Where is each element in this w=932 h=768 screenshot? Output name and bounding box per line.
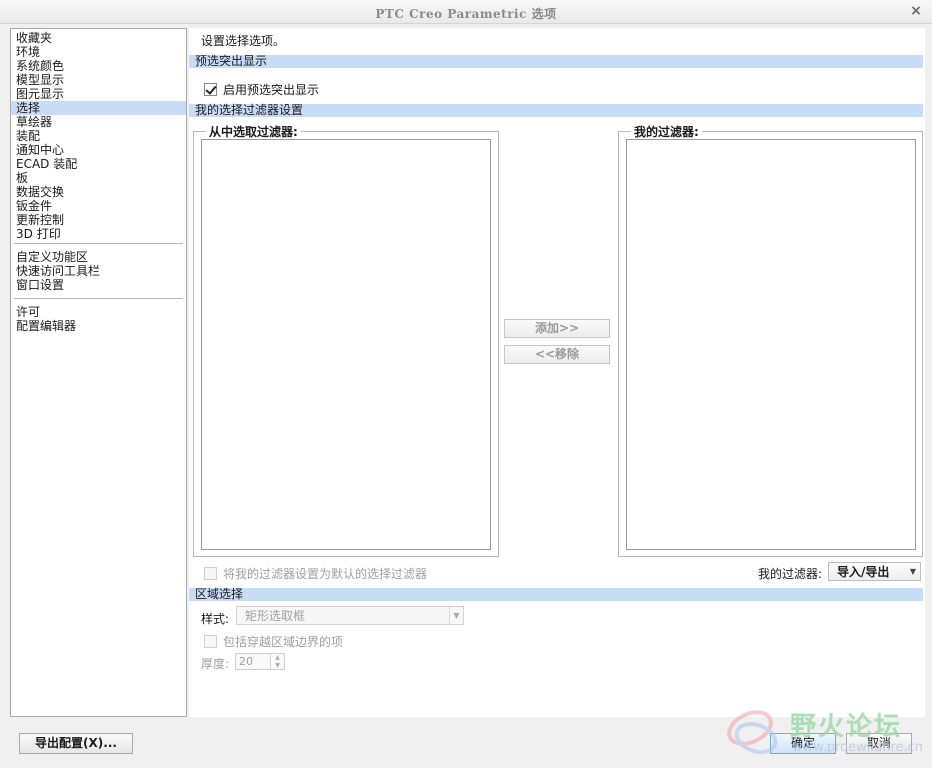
nav-item-quick-access-toolbar[interactable]: 快速访问工具栏: [11, 264, 186, 278]
nav-item-favorites[interactable]: 收藏夹: [11, 31, 186, 45]
import-export-dropdown[interactable]: 导入/导出 ▼: [828, 562, 921, 581]
thickness-spinner[interactable]: 20 ▲ ▼: [235, 653, 285, 670]
nav-item-update-control[interactable]: 更新控制: [11, 213, 186, 227]
nav-item-model-display[interactable]: 模型显示: [11, 73, 186, 87]
nav-item-environment[interactable]: 环境: [11, 45, 186, 59]
enable-preselect-label: 启用预选突出显示: [223, 83, 320, 97]
nav-item-system-colors[interactable]: 系统颜色: [11, 59, 186, 73]
selection-settings-panel: 设置选择选项。 预选突出显示 启用预选突出显示 我的选择过滤器设置 从中选取过滤…: [189, 28, 925, 717]
available-filters-legend: 从中选取过滤器:: [209, 125, 298, 139]
nav-group-main: 收藏夹 环境 系统颜色 模型显示 图元显示 选择 草绘器 装配 通知中心 ECA…: [11, 29, 186, 241]
available-filters-list[interactable]: [201, 139, 491, 550]
spin-up-icon[interactable]: ▲: [271, 654, 284, 662]
region-style-select[interactable]: 矩形选取框 ▼: [236, 606, 464, 625]
nav-item-license[interactable]: 许可: [11, 305, 186, 319]
nav-item-sheetmetal[interactable]: 钣金件: [11, 199, 186, 213]
section-header-region: 区域选择: [189, 588, 923, 601]
nav-item-entity-display[interactable]: 图元显示: [11, 87, 186, 101]
import-export-label: 导入/导出: [837, 565, 890, 579]
export-config-button[interactable]: 导出配置(X)...: [19, 733, 133, 754]
spinner-arrows: ▲ ▼: [270, 654, 284, 669]
panel-intro: 设置选择选项。: [201, 34, 286, 48]
nav-item-config-editor[interactable]: 配置编辑器: [11, 319, 186, 333]
category-nav: 收藏夹 环境 系统颜色 模型显示 图元显示 选择 草绘器 装配 通知中心 ECA…: [10, 28, 187, 717]
cancel-button[interactable]: 取消: [846, 733, 912, 754]
chevron-down-icon: ▼: [449, 607, 463, 624]
section-header-filters: 我的选择过滤器设置: [189, 104, 923, 117]
close-icon[interactable]: ×: [908, 3, 924, 19]
nav-item-notification-center[interactable]: 通知中心: [11, 143, 186, 157]
my-filters-list[interactable]: [626, 139, 916, 550]
title-bar: PTC Creo Parametric 选项 ×: [0, 0, 932, 24]
set-default-filter-checkbox[interactable]: [204, 567, 217, 580]
nav-item-assembly[interactable]: 装配: [11, 129, 186, 143]
include-crossing-label: 包括穿越区域边界的项: [223, 635, 344, 649]
nav-item-board[interactable]: 板: [11, 171, 186, 185]
set-default-filter-label: 将我的过滤器设置为默认的选择过滤器: [223, 567, 428, 581]
my-filters-label: 我的过滤器:: [758, 567, 823, 581]
nav-item-selection[interactable]: 选择: [11, 101, 186, 115]
remove-filter-button[interactable]: <<移除: [504, 345, 610, 364]
nav-item-ecad-assembly[interactable]: ECAD 装配: [11, 157, 186, 171]
nav-item-data-exchange[interactable]: 数据交换: [11, 185, 186, 199]
chevron-down-icon: ▼: [909, 567, 917, 576]
set-default-filter-row[interactable]: 将我的过滤器设置为默认的选择过滤器: [204, 565, 427, 582]
nav-item-customize-ribbon[interactable]: 自定义功能区: [11, 250, 186, 264]
nav-divider: [14, 243, 183, 244]
window-title: PTC Creo Parametric 选项: [375, 7, 557, 21]
thickness-value: 20: [239, 655, 253, 668]
nav-item-3d-print[interactable]: 3D 打印: [11, 227, 186, 241]
region-style-value: 矩形选取框: [245, 609, 306, 623]
nav-group-license: 许可 配置编辑器: [11, 305, 186, 333]
thickness-label: 厚度:: [201, 657, 230, 671]
enable-preselect-row[interactable]: 启用预选突出显示: [204, 81, 319, 98]
nav-item-sketcher[interactable]: 草绘器: [11, 115, 186, 129]
enable-preselect-checkbox[interactable]: [204, 83, 217, 96]
add-filter-button[interactable]: 添加>>: [504, 319, 610, 338]
nav-item-window-settings[interactable]: 窗口设置: [11, 278, 186, 292]
nav-divider: [14, 298, 183, 299]
spin-down-icon[interactable]: ▼: [271, 662, 284, 670]
style-label: 样式:: [201, 612, 230, 626]
include-crossing-checkbox[interactable]: [204, 635, 217, 648]
ok-button[interactable]: 确定: [770, 733, 836, 754]
section-header-preselect: 预选突出显示: [189, 55, 923, 68]
nav-group-ui: 自定义功能区 快速访问工具栏 窗口设置: [11, 250, 186, 292]
my-filters-legend: 我的过滤器:: [634, 125, 699, 139]
include-crossing-row[interactable]: 包括穿越区域边界的项: [204, 633, 343, 650]
